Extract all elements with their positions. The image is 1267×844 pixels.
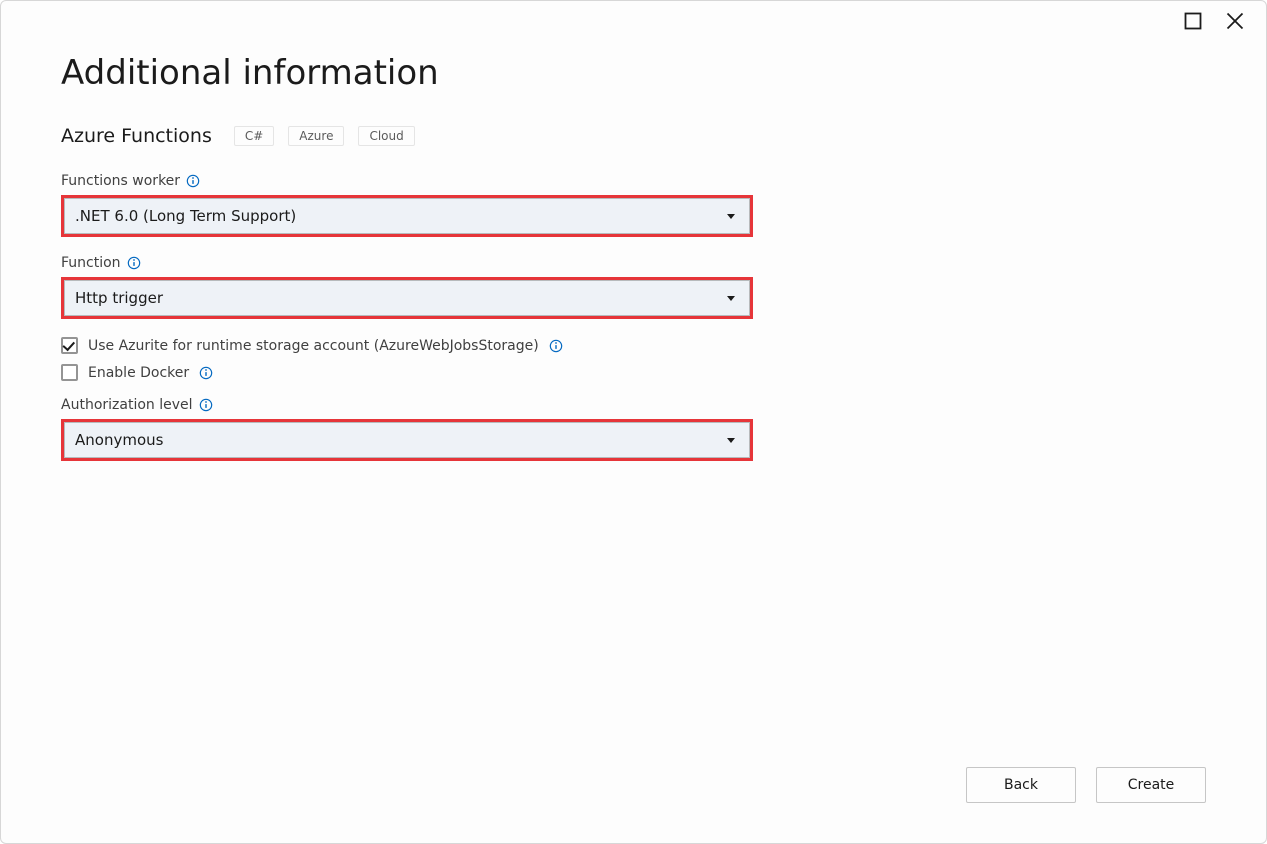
info-icon[interactable] xyxy=(199,366,213,380)
titlebar xyxy=(1162,1,1266,41)
close-button[interactable] xyxy=(1226,12,1244,30)
back-button[interactable]: Back xyxy=(966,767,1076,803)
functions-worker-value: .NET 6.0 (Long Term Support) xyxy=(75,207,296,225)
use-azurite-label: Use Azurite for runtime storage account … xyxy=(88,338,539,354)
chevron-down-icon xyxy=(727,438,735,443)
function-trigger-highlight: Http trigger xyxy=(61,277,753,319)
info-icon[interactable] xyxy=(199,398,213,412)
enable-docker-row: Enable Docker xyxy=(61,364,1206,381)
auth-level-select[interactable]: Anonymous xyxy=(64,422,750,458)
functions-worker-select[interactable]: .NET 6.0 (Long Term Support) xyxy=(64,198,750,234)
info-icon[interactable] xyxy=(186,174,200,188)
info-icon[interactable] xyxy=(127,256,141,270)
maximize-button[interactable] xyxy=(1184,12,1202,30)
page-title: Additional information xyxy=(61,53,1206,93)
tag-cloud: Cloud xyxy=(358,126,414,146)
tag-azure: Azure xyxy=(288,126,344,146)
functions-worker-highlight: .NET 6.0 (Long Term Support) xyxy=(61,195,753,237)
enable-docker-checkbox[interactable] xyxy=(61,364,78,381)
subheader: Azure Functions C# Azure Cloud xyxy=(61,125,1206,147)
chevron-down-icon xyxy=(727,296,735,301)
tag-csharp: C# xyxy=(234,126,274,146)
auth-level-value: Anonymous xyxy=(75,431,163,449)
create-button[interactable]: Create xyxy=(1096,767,1206,803)
info-icon[interactable] xyxy=(549,339,563,353)
function-trigger-label: Function xyxy=(61,255,1206,271)
auth-level-highlight: Anonymous xyxy=(61,419,753,461)
function-trigger-value: Http trigger xyxy=(75,289,163,307)
use-azurite-checkbox[interactable] xyxy=(61,337,78,354)
footer-buttons: Back Create xyxy=(966,767,1206,803)
content-area: Additional information Azure Functions C… xyxy=(61,53,1206,763)
functions-worker-label: Functions worker xyxy=(61,173,1206,189)
dialog-window: Additional information Azure Functions C… xyxy=(0,0,1267,844)
enable-docker-label: Enable Docker xyxy=(88,365,189,381)
function-trigger-select[interactable]: Http trigger xyxy=(64,280,750,316)
use-azurite-row: Use Azurite for runtime storage account … xyxy=(61,337,1206,354)
chevron-down-icon xyxy=(727,214,735,219)
template-name: Azure Functions xyxy=(61,125,212,147)
auth-level-label: Authorization level xyxy=(61,397,1206,413)
